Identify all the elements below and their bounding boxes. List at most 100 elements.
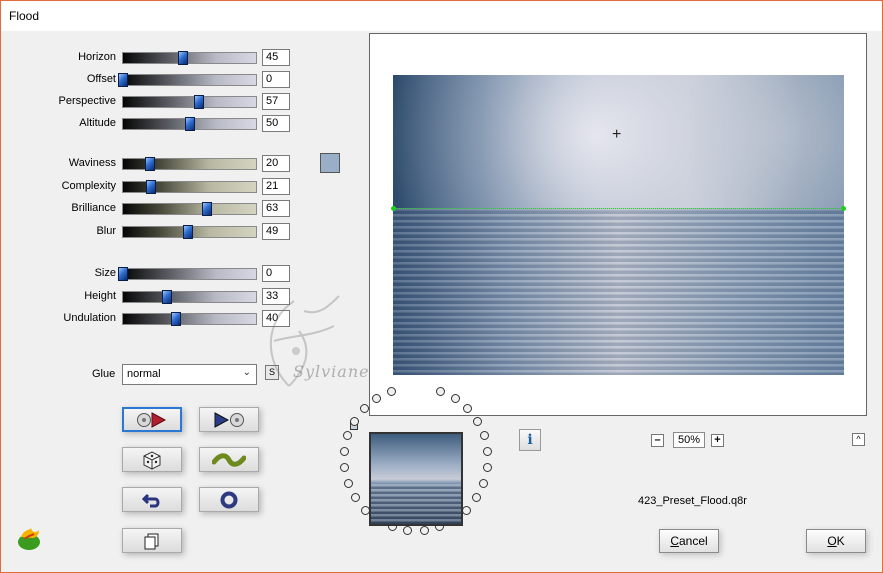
slider-track[interactable]	[122, 179, 257, 194]
dice-icon	[143, 450, 161, 470]
navigator-dot[interactable]	[386, 386, 396, 396]
slider-label: Offset	[86, 73, 116, 85]
slider-track[interactable]	[122, 157, 257, 171]
slider-label: Height	[84, 289, 116, 302]
slider-label: Complexity	[61, 179, 116, 192]
slider-track[interactable]	[122, 95, 257, 109]
slider-value-field[interactable]: 45	[262, 49, 290, 66]
navigator-dot[interactable]	[340, 463, 349, 473]
preset-filename: 423_Preset_Flood.q8r	[638, 495, 747, 507]
slider-row-size: Size 0	[1, 265, 301, 283]
slider-track[interactable]	[118, 267, 257, 281]
slider-thumb[interactable]	[183, 224, 194, 239]
preview-water	[393, 208, 844, 375]
cancel-button[interactable]: Cancel	[659, 529, 719, 553]
slider-track[interactable]	[122, 51, 257, 65]
navigator-dot[interactable]	[482, 463, 492, 473]
slider-thumb[interactable]	[118, 267, 128, 281]
slider-label: Waviness	[68, 157, 116, 169]
zoom-in-button[interactable]: +	[711, 434, 724, 447]
random-button[interactable]	[122, 447, 182, 472]
navigator-dot[interactable]	[436, 386, 446, 396]
slider-label: Brilliance	[71, 202, 116, 215]
slider-thumb[interactable]	[161, 289, 172, 304]
navigator-dot[interactable]	[479, 431, 489, 441]
navigator-dot[interactable]	[483, 447, 493, 456]
navigator-dot[interactable]	[343, 431, 353, 441]
reset-button[interactable]	[199, 487, 259, 512]
slider-value-field[interactable]: 20	[262, 155, 290, 172]
slider-label: Blur	[96, 224, 116, 237]
slider-thumb[interactable]	[193, 95, 204, 109]
navigator-dot[interactable]	[360, 404, 370, 414]
slider-thumb[interactable]	[201, 202, 212, 217]
slider-thumb[interactable]	[145, 179, 156, 194]
glue-value: normal	[127, 368, 161, 380]
navigator-thumbnail[interactable]	[369, 432, 463, 526]
dialog-body: Horizon 45 Offset 0 Perspective 57 Altitude 50 …	[1, 31, 882, 572]
navigator-dot[interactable]	[343, 478, 353, 488]
collapse-button[interactable]: ^	[852, 433, 865, 446]
slider-track[interactable]	[122, 202, 257, 217]
info-button[interactable]: i	[519, 429, 541, 451]
slider-row-waviness: Waviness 20	[1, 155, 301, 173]
thumbnail-water	[371, 484, 461, 524]
play-disc-icon	[214, 411, 244, 428]
slider-track[interactable]	[122, 117, 257, 131]
navigator-dot[interactable]	[472, 416, 482, 426]
copy-button[interactable]	[122, 528, 182, 553]
horizon-handle-right[interactable]	[841, 206, 846, 211]
horizon-handle-left[interactable]	[391, 206, 396, 211]
navigator-dot[interactable]	[403, 526, 413, 536]
slider-value-field[interactable]: 49	[262, 222, 290, 240]
ring-icon	[220, 491, 238, 508]
slider-value-field[interactable]: 63	[262, 200, 290, 218]
glue-select[interactable]: normal ⌄	[122, 364, 257, 385]
navigator-dot[interactable]	[479, 478, 489, 488]
zoom-out-button[interactable]: –	[651, 434, 664, 447]
slider-track[interactable]	[122, 224, 257, 239]
slider-row-offset: Offset 0	[1, 71, 301, 89]
preset-play-button[interactable]	[122, 407, 182, 432]
slider-value-field[interactable]: 50	[262, 115, 290, 132]
slider-track[interactable]	[118, 73, 257, 87]
cancel-mnemonic: C	[670, 534, 679, 548]
slider-value-field[interactable]: 0	[262, 265, 290, 282]
navigator-dot[interactable]	[350, 416, 360, 426]
undo-icon	[142, 493, 160, 507]
ok-label: K	[836, 534, 845, 548]
color-swatch[interactable]	[320, 153, 340, 173]
slider-value-field[interactable]: 21	[262, 177, 290, 195]
horizon-line[interactable]	[393, 208, 844, 209]
watermark-text: Sylviane	[293, 362, 370, 381]
navigator-dot[interactable]	[339, 447, 349, 456]
wave-button[interactable]	[199, 447, 259, 472]
crosshair-icon[interactable]: +	[612, 127, 621, 143]
navigator-dot[interactable]	[350, 493, 360, 503]
glue-label: Glue	[92, 368, 116, 380]
slider-value-field[interactable]: 57	[262, 93, 290, 110]
disc-play-icon	[137, 411, 167, 428]
slider-thumb[interactable]	[144, 157, 155, 171]
slider-thumb[interactable]	[171, 312, 182, 326]
navigator-dot[interactable]	[419, 526, 429, 536]
slider-row-blur: Blur 49	[1, 222, 301, 241]
preset-load-button[interactable]	[199, 407, 259, 432]
slider-thumb[interactable]	[184, 117, 195, 131]
preview-panel[interactable]: +	[369, 33, 867, 416]
slider-row-brilliance: Brilliance 63	[1, 200, 301, 218]
ok-button[interactable]: OK	[806, 529, 866, 553]
navigator-dot[interactable]	[462, 505, 472, 515]
slider-label: Undulation	[63, 312, 116, 324]
slider-track[interactable]	[122, 289, 257, 304]
slider-track[interactable]	[122, 312, 257, 326]
slider-value-field[interactable]: 0	[262, 71, 290, 88]
navigator-dot[interactable]	[450, 394, 460, 403]
slider-thumb[interactable]	[118, 73, 128, 87]
undo-button[interactable]	[122, 487, 182, 512]
slider-thumb[interactable]	[177, 51, 188, 65]
slider-row-altitude: Altitude 50	[1, 115, 301, 133]
preview-image[interactable]: +	[391, 75, 846, 375]
navigator-dot[interactable]	[472, 493, 482, 503]
title-bar[interactable]: Flood	[1, 1, 882, 31]
